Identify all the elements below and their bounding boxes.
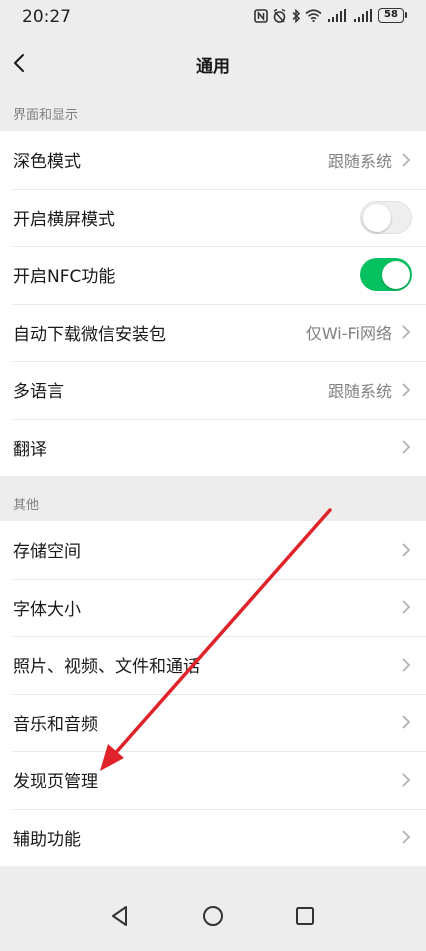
chevron-right-icon [402,383,411,397]
signal-icon-2 [354,9,372,22]
row-label: 辅助功能 [13,829,81,850]
bluetooth-icon [292,8,301,23]
row-value: 仅Wi-Fi网络 [305,324,392,344]
page-title: 通用 [196,57,230,77]
chevron-right-icon [402,830,411,844]
toggle-knob [363,203,391,232]
row-value: 跟随系统 [327,381,392,401]
row-label: 字体大小 [13,599,81,620]
section-other: 存储空间 字体大小 照片、视频、文件和通话 音乐和音频 发现页管理 辅助功能 [0,521,426,866]
chevron-right-icon [402,153,411,167]
wifi-icon [305,9,322,22]
row-accessibility[interactable]: 辅助功能 [0,808,426,867]
nfc-toggle[interactable] [360,258,412,292]
row-label: 多语言 [13,382,64,403]
nav-home-icon[interactable] [200,903,226,929]
battery-indicator: 58 [378,8,407,23]
row-label: 深色模式 [13,152,81,173]
row-label: 开启横屏模式 [13,209,115,230]
row-label: 开启NFC功能 [13,267,116,288]
row-translate[interactable]: 翻译 [0,418,426,477]
row-label: 音乐和音频 [13,714,98,735]
row-nfc: 开启NFC功能 [0,246,426,304]
section-header-display: 界面和显示 [13,108,79,123]
landscape-toggle[interactable] [360,200,412,234]
chevron-right-icon [402,773,411,787]
chevron-right-icon [402,658,411,672]
nav-recents-icon[interactable] [292,903,318,929]
section-header-other: 其他 [13,498,40,513]
status-icons: 58 [254,8,407,23]
status-time: 20:27 [22,7,71,27]
nfc-icon [254,8,268,23]
toggle-knob [382,260,410,289]
section-display: 深色模式 跟随系统 开启横屏模式 开启NFC功能 自动下载微信安装包 仅Wi-F… [0,131,426,476]
chevron-right-icon [402,715,411,729]
row-storage[interactable]: 存储空间 [0,521,426,579]
row-label: 照片、视频、文件和通话 [13,657,200,678]
row-font-size[interactable]: 字体大小 [0,578,426,637]
nav-bar: 通用 [0,34,426,94]
row-label: 自动下载微信安装包 [13,324,166,345]
row-discover-management[interactable]: 发现页管理 [0,751,426,809]
row-landscape-mode: 开启横屏模式 [0,188,426,247]
row-value: 跟随系统 [327,151,392,171]
status-bar: 20:27 58 [0,0,426,34]
chevron-right-icon [402,440,411,454]
chevron-right-icon [402,600,411,614]
chevron-right-icon [402,543,411,557]
row-auto-download[interactable]: 自动下载微信安装包 仅Wi-Fi网络 [0,303,426,362]
row-label: 发现页管理 [13,772,98,793]
row-dark-mode[interactable]: 深色模式 跟随系统 [0,131,426,189]
row-language[interactable]: 多语言 跟随系统 [0,361,426,419]
row-media-calls[interactable]: 照片、视频、文件和通话 [0,636,426,694]
chevron-right-icon [402,325,411,339]
signal-icon [328,9,346,22]
nav-back-icon[interactable] [107,903,133,929]
row-music-audio[interactable]: 音乐和音频 [0,693,426,752]
row-label: 存储空间 [13,542,81,563]
row-label: 翻译 [13,439,47,460]
system-nav-bar [0,881,426,951]
alarm-off-icon [273,8,286,23]
